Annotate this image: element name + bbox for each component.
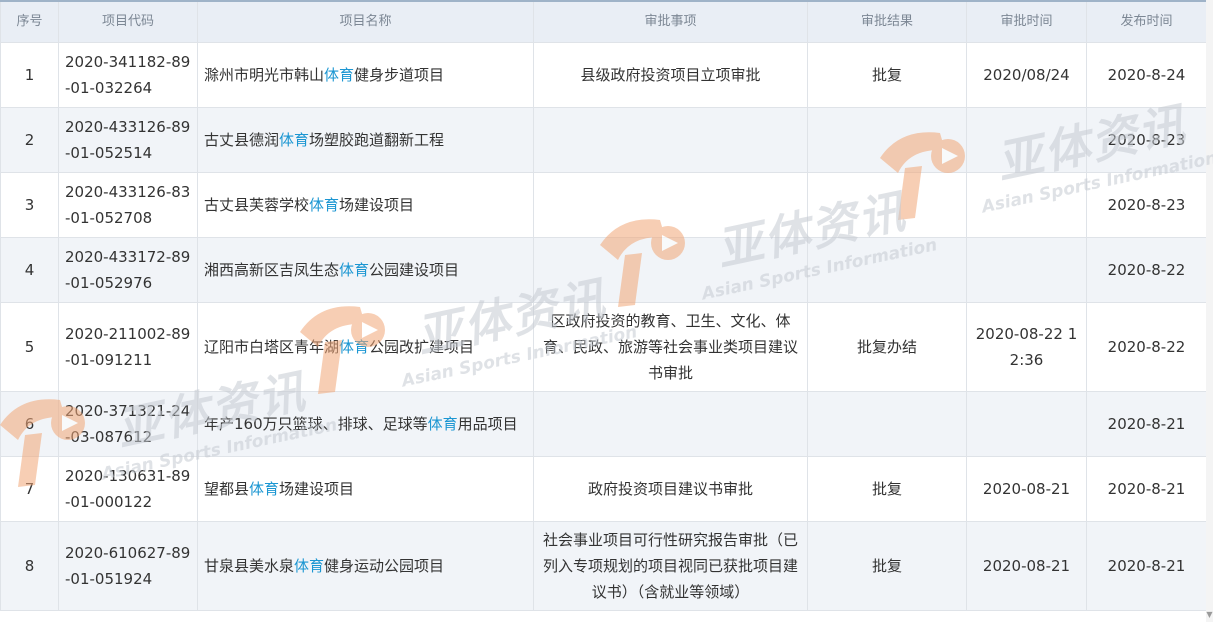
scroll-down-arrow-icon[interactable]: ▼: [1206, 608, 1213, 622]
cell-publish-time: 2020-8-21: [1086, 456, 1207, 522]
cell-name[interactable]: 辽阳市白塔区青年湖体育公园改扩建项目: [197, 302, 534, 392]
cell-result: 批复办结: [807, 302, 967, 392]
name-text: 湘西高新区吉凤生态: [204, 261, 340, 279]
name-text: 辽阳市白塔区青年湖: [204, 338, 340, 356]
cell-code: 2020-433126-83-01-052708: [58, 172, 198, 238]
cell-result: 批复: [807, 42, 967, 108]
cell-publish-time: 2020-8-23: [1086, 107, 1207, 173]
name-highlight: 体育: [339, 338, 370, 356]
cell-publish-time: 2020-8-21: [1086, 391, 1207, 457]
cell-approve-time: 2020/08/24: [966, 42, 1087, 108]
cell-approve-time: 2020-08-21: [966, 456, 1087, 522]
cell-item: [533, 107, 808, 173]
table-row[interactable]: 3 2020-433126-83-01-052708 古丈县芙蓉学校体育场建设项…: [0, 172, 1207, 238]
cell-publish-time: 2020-8-23: [1086, 172, 1207, 238]
name-highlight: 体育: [294, 557, 325, 575]
name-highlight: 体育: [279, 131, 310, 149]
table-row[interactable]: 8 2020-610627-89-01-051924 甘泉县美水泉体育健身运动公…: [0, 521, 1207, 611]
col-header-publish-time[interactable]: 发布时间: [1086, 0, 1207, 43]
cell-result: [807, 107, 967, 173]
name-text: 甘泉县美水泉: [204, 557, 295, 575]
cell-no: 8: [0, 521, 59, 611]
table-row[interactable]: 2 2020-433126-89-01-052514 古丈县德润体育场塑胶跑道翻…: [0, 107, 1207, 173]
cell-result: [807, 172, 967, 238]
cell-item: [533, 237, 808, 303]
cell-publish-time: 2020-8-21: [1086, 521, 1207, 611]
name-text: 滁州市明光市韩山: [204, 66, 325, 84]
name-text: 公园改扩建项目: [369, 338, 475, 356]
name-text: 健身运动公园项目: [324, 557, 445, 575]
cell-publish-time: 2020-8-24: [1086, 42, 1207, 108]
cell-approve-time: 2020-08-22 12:36: [966, 302, 1087, 392]
table-row[interactable]: 4 2020-433172-89-01-052976 湘西高新区吉凤生态体育公园…: [0, 237, 1207, 303]
name-text: 场建设项目: [339, 196, 415, 214]
cell-code: 2020-433126-89-01-052514: [58, 107, 198, 173]
cell-publish-time: 2020-8-22: [1086, 237, 1207, 303]
cell-code: 2020-610627-89-01-051924: [58, 521, 198, 611]
name-text: 公园建设项目: [369, 261, 460, 279]
cell-name[interactable]: 滁州市明光市韩山体育健身步道项目: [197, 42, 534, 108]
col-header-no[interactable]: 序号: [0, 0, 59, 43]
cell-name[interactable]: 古丈县芙蓉学校体育场建设项目: [197, 172, 534, 238]
name-text: 健身步道项目: [354, 66, 445, 84]
cell-code: 2020-211002-89-01-091211: [58, 302, 198, 392]
cell-item: [533, 172, 808, 238]
cell-name[interactable]: 甘泉县美水泉体育健身运动公园项目: [197, 521, 534, 611]
cell-no: 6: [0, 391, 59, 457]
cell-code: 2020-341182-89-01-032264: [58, 42, 198, 108]
col-header-code[interactable]: 项目代码: [58, 0, 198, 43]
cell-name[interactable]: 望都县体育场建设项目: [197, 456, 534, 522]
vertical-scrollbar[interactable]: ▼: [1206, 0, 1213, 622]
col-header-result[interactable]: 审批结果: [807, 0, 967, 43]
table-row[interactable]: 7 2020-130631-89-01-000122 望都县体育场建设项目 政府…: [0, 456, 1207, 522]
table-header-row: 序号 项目代码 项目名称 审批事项 审批结果 审批时间 发布时间: [0, 0, 1207, 43]
name-highlight: 体育: [339, 261, 370, 279]
cell-no: 4: [0, 237, 59, 303]
cell-item: 社会事业项目可行性研究报告审批（已列入专项规划的项目视同已获批项目建议书）（含就…: [533, 521, 808, 611]
cell-approve-time: [966, 172, 1087, 238]
cell-no: 2: [0, 107, 59, 173]
cell-name[interactable]: 古丈县德润体育场塑胶跑道翻新工程: [197, 107, 534, 173]
cell-approve-time: [966, 391, 1087, 457]
name-highlight: 体育: [324, 66, 355, 84]
name-text: 场建设项目: [279, 480, 355, 498]
cell-approve-time: [966, 237, 1087, 303]
name-text: 古丈县芙蓉学校: [204, 196, 310, 214]
name-text: 年产160万只篮球、排球、足球等: [204, 415, 428, 433]
name-highlight: 体育: [249, 480, 280, 498]
col-header-item[interactable]: 审批事项: [533, 0, 808, 43]
cell-code: 2020-433172-89-01-052976: [58, 237, 198, 303]
cell-code: 2020-371321-24-03-087612: [58, 391, 198, 457]
name-text: 场塑胶跑道翻新工程: [309, 131, 445, 149]
cell-no: 5: [0, 302, 59, 392]
cell-approve-time: 2020-08-21: [966, 521, 1087, 611]
cell-result: [807, 391, 967, 457]
cell-approve-time: [966, 107, 1087, 173]
name-text: 望都县: [204, 480, 250, 498]
name-highlight: 体育: [309, 196, 340, 214]
col-header-approve-time[interactable]: 审批时间: [966, 0, 1087, 43]
name-highlight: 体育: [427, 415, 458, 433]
cell-result: 批复: [807, 456, 967, 522]
cell-item: 政府投资项目建议书审批: [533, 456, 808, 522]
cell-item: 区政府投资的教育、卫生、文化、体育、民政、旅游等社会事业类项目建议书审批: [533, 302, 808, 392]
name-text: 古丈县德润: [204, 131, 280, 149]
cell-no: 1: [0, 42, 59, 108]
table-row[interactable]: 5 2020-211002-89-01-091211 辽阳市白塔区青年湖体育公园…: [0, 302, 1207, 392]
approval-table: 序号 项目代码 项目名称 审批事项 审批结果 审批时间 发布时间 1 2020-…: [0, 0, 1207, 611]
cell-result: 批复: [807, 521, 967, 611]
name-text: 用品项目: [457, 415, 518, 433]
cell-code: 2020-130631-89-01-000122: [58, 456, 198, 522]
cell-no: 3: [0, 172, 59, 238]
cell-name[interactable]: 年产160万只篮球、排球、足球等体育用品项目: [197, 391, 534, 457]
col-header-name[interactable]: 项目名称: [197, 0, 534, 43]
table-row[interactable]: 6 2020-371321-24-03-087612 年产160万只篮球、排球、…: [0, 391, 1207, 457]
cell-publish-time: 2020-8-22: [1086, 302, 1207, 392]
cell-result: [807, 237, 967, 303]
cell-item: 县级政府投资项目立项审批: [533, 42, 808, 108]
cell-name[interactable]: 湘西高新区吉凤生态体育公园建设项目: [197, 237, 534, 303]
cell-no: 7: [0, 456, 59, 522]
cell-item: [533, 391, 808, 457]
table-row[interactable]: 1 2020-341182-89-01-032264 滁州市明光市韩山体育健身步…: [0, 42, 1207, 108]
